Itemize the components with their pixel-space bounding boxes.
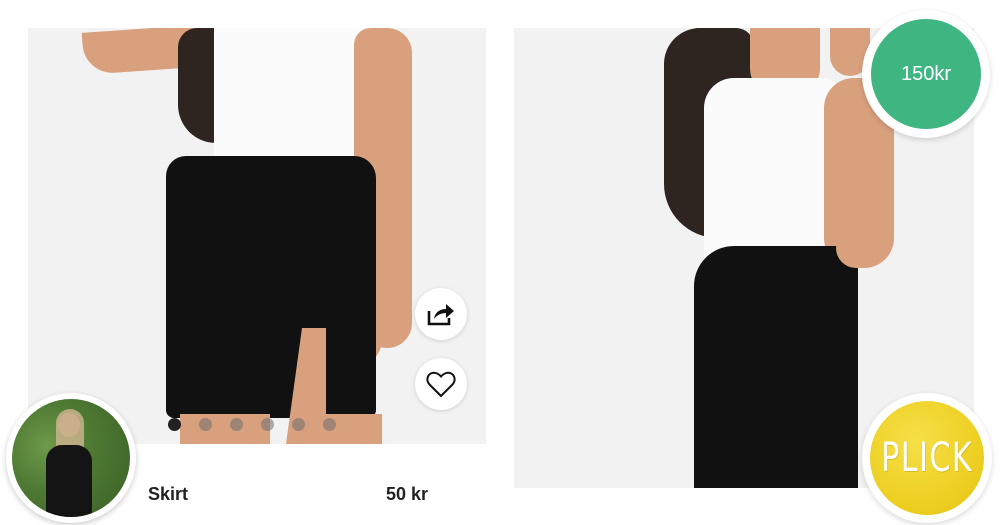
plick-button-face: PLICK xyxy=(870,401,984,515)
carousel-dot[interactable] xyxy=(199,418,212,431)
carousel-dot[interactable] xyxy=(230,418,243,431)
carousel-dot[interactable] xyxy=(261,418,274,431)
price-badge: 150kr xyxy=(862,10,990,138)
white-top xyxy=(704,78,842,263)
product-price: 50 kr xyxy=(386,484,429,504)
carousel-dot[interactable] xyxy=(323,418,336,431)
heart-icon xyxy=(426,371,456,398)
carousel-dot[interactable] xyxy=(168,418,181,431)
hand-hip xyxy=(836,228,882,268)
product-info-row: Skirt 50 kr xyxy=(140,476,486,525)
listing-view: Skirt 50 kr 150kr PLICK xyxy=(0,0,1000,525)
share-icon xyxy=(427,304,454,326)
share-button[interactable] xyxy=(415,288,467,340)
avatar-photo xyxy=(12,399,130,517)
black-skirt xyxy=(694,246,858,488)
plick-button[interactable]: PLICK xyxy=(862,393,992,523)
price-badge-label: 150kr xyxy=(871,19,981,129)
product-name: Skirt xyxy=(148,484,189,504)
favorite-button[interactable] xyxy=(415,358,467,410)
carousel-dot[interactable] xyxy=(292,418,305,431)
seller-avatar[interactable] xyxy=(6,393,136,523)
plick-label: PLICK xyxy=(881,435,973,481)
carousel-dots xyxy=(168,418,336,431)
avatar-body xyxy=(46,445,92,517)
black-skirt xyxy=(166,156,376,418)
